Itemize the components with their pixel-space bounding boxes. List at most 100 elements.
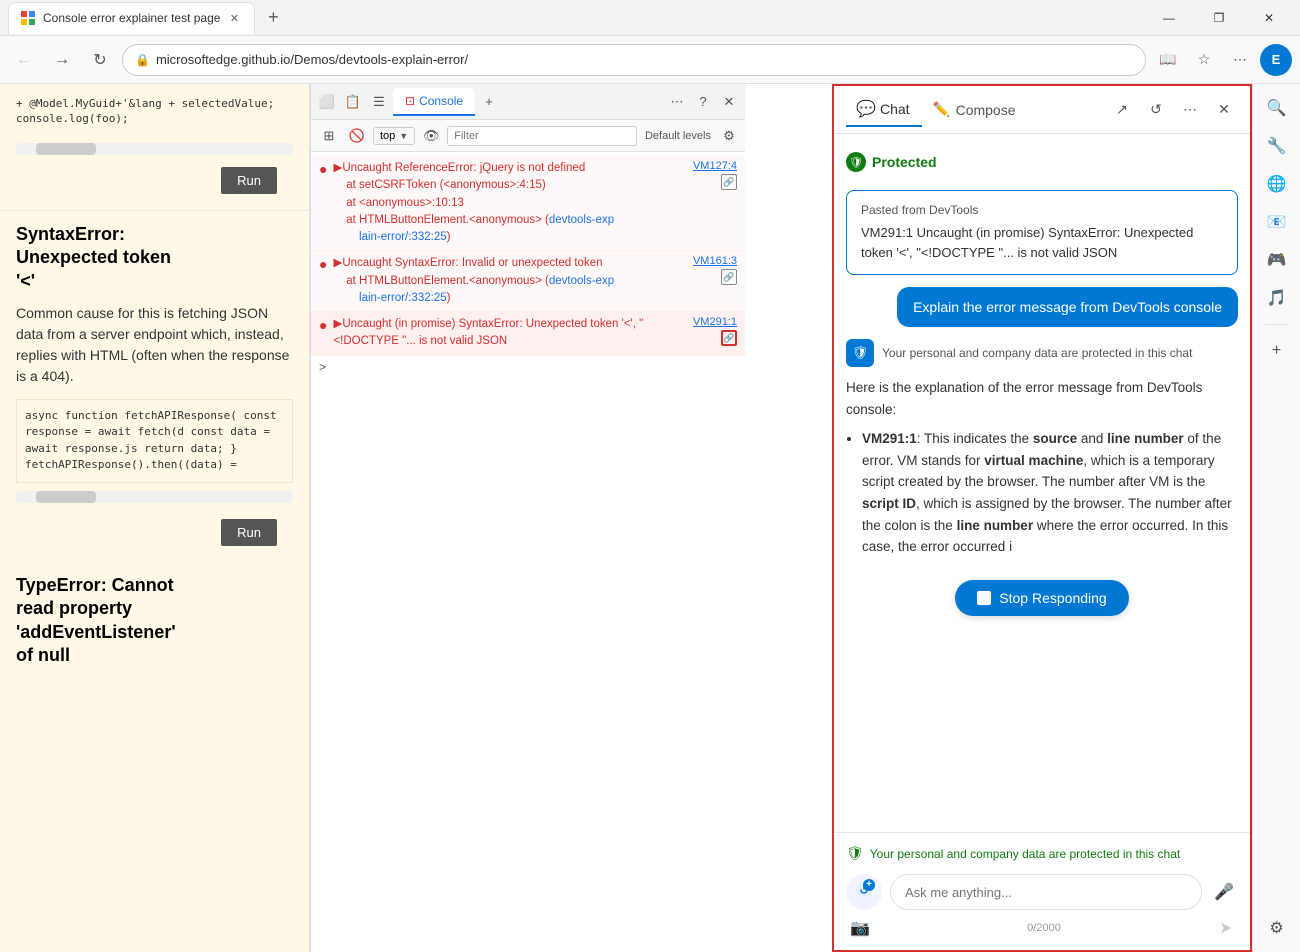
profile-btn[interactable]: E xyxy=(1260,44,1292,76)
dt-gear-btn[interactable]: ⚙ xyxy=(719,126,739,146)
copilot-message-input[interactable] xyxy=(890,874,1202,910)
close-copilot-btn[interactable]: ✕ xyxy=(1210,96,1238,124)
rs-mail-btn[interactable]: 📧 xyxy=(1261,206,1293,238)
dt-add-tab-btn[interactable]: + xyxy=(477,90,501,114)
active-tab[interactable]: Console error explainer test page ✕ xyxy=(8,2,255,34)
rs-game-btn[interactable]: 🎮 xyxy=(1261,244,1293,276)
console-link-1a[interactable]: devtools-exp lain-error/:332:25 xyxy=(333,214,614,243)
chat-tab[interactable]: 💬 Chat xyxy=(846,93,922,127)
ai-bullet-list: VM291:1: This indicates the source and l… xyxy=(846,428,1238,558)
code-scrollbar-2[interactable] xyxy=(16,491,293,503)
add-attachment-icon: + xyxy=(855,881,873,904)
code-scrollbar-1[interactable] xyxy=(16,143,293,155)
title-bar-left: Console error explainer test page ✕ + xyxy=(8,2,1138,34)
refresh-chat-btn[interactable]: ↺ xyxy=(1142,96,1170,124)
console-vm-link-2[interactable]: VM161:3 xyxy=(693,255,737,267)
console-copy-icon-3[interactable]: 🔗 xyxy=(721,330,737,346)
top-filter[interactable]: top ▼ xyxy=(373,127,415,145)
pasted-label: Pasted from DevTools xyxy=(861,203,1223,217)
address-bar[interactable]: 🔒 microsoftedge.github.io/Demos/devtools… xyxy=(122,44,1146,76)
more-btn[interactable]: ⋯ xyxy=(1224,44,1256,76)
run-btn-1[interactable]: Run xyxy=(221,167,277,194)
rs-divider xyxy=(1265,324,1289,325)
favorites-btn[interactable]: ☆ xyxy=(1188,44,1220,76)
console-entry-1: ● ▶Uncaught ReferenceError: jQuery is no… xyxy=(311,156,745,251)
copilot-header: 💬 Chat ✏️ Compose ↗ ↺ ⋯ ✕ xyxy=(834,86,1250,134)
dt-tab-console[interactable]: ⊡Console xyxy=(393,88,475,116)
error-icon-2: ● xyxy=(319,256,327,272)
rs-search-btn[interactable]: 🔍 xyxy=(1261,92,1293,124)
pasted-content-box: Pasted from DevTools VM291:1 Uncaught (i… xyxy=(846,190,1238,275)
rs-settings-btn[interactable]: ⚙ xyxy=(1261,912,1293,944)
bottom-protect-text: Your personal and company data are prote… xyxy=(870,847,1180,861)
dt-clear-btn[interactable]: 🚫 xyxy=(345,124,369,148)
lock-icon: 🔒 xyxy=(135,53,150,67)
dt-dock-btn[interactable]: ⬜ xyxy=(315,90,339,114)
add-badge: + xyxy=(863,879,875,891)
close-btn[interactable]: ✕ xyxy=(1246,0,1292,36)
back-btn[interactable]: ← xyxy=(8,44,40,76)
dt-help-btn[interactable]: ? xyxy=(691,90,715,114)
error-icon-1: ● xyxy=(319,161,327,177)
rs-add-btn[interactable]: + xyxy=(1261,335,1293,367)
dt-settings-btn[interactable]: ⊞ xyxy=(317,124,341,148)
url-text: microsoftedge.github.io/Demos/devtools-e… xyxy=(156,52,1133,67)
rs-browser-btn[interactable]: 🌐 xyxy=(1261,168,1293,200)
minimize-btn[interactable]: — xyxy=(1146,0,1192,36)
forward-btn[interactable]: → xyxy=(46,44,78,76)
maximize-btn[interactable]: ❐ xyxy=(1196,0,1242,36)
console-filter-input[interactable] xyxy=(447,126,637,146)
rs-music-btn[interactable]: 🎵 xyxy=(1261,282,1293,314)
copilot-sidebar: 💬 Chat ✏️ Compose ↗ ↺ ⋯ ✕ xyxy=(832,84,1252,952)
console-entry-3: ● ▶Uncaught (in promise) SyntaxError: Un… xyxy=(311,312,745,356)
ai-response-text: Here is the explanation of the error mes… xyxy=(846,377,1238,566)
console-copy-icon-1[interactable]: 🔗 xyxy=(721,174,737,190)
stop-responding-wrap: Stop Responding xyxy=(846,580,1238,616)
camera-btn[interactable]: 📷 xyxy=(846,914,874,942)
mic-btn[interactable]: 🎤 xyxy=(1210,878,1238,906)
top-filter-arrow: ▼ xyxy=(399,131,408,141)
error-section-1: SyntaxError:Unexpected token'<' Common c… xyxy=(0,210,309,566)
console-link-2a[interactable]: devtools-exp lain-error/:332:25 xyxy=(333,275,614,304)
read-aloud-btn[interactable]: 📖 xyxy=(1152,44,1184,76)
ai-protect-text: Your personal and company data are prote… xyxy=(882,346,1192,360)
compose-tab-label: Compose xyxy=(956,102,1016,118)
header-actions: ↗ ↺ ⋯ ✕ xyxy=(1108,96,1238,124)
bottom-shield-icon: 🛡 xyxy=(846,845,864,862)
new-tab-btn[interactable]: + xyxy=(259,4,287,32)
dt-close-btn[interactable]: ✕ xyxy=(717,90,741,114)
error-title-1: SyntaxError:Unexpected token'<' xyxy=(16,223,293,293)
copilot-add-btn[interactable]: + xyxy=(846,874,882,910)
dt-eye-btn[interactable]: 👁 xyxy=(419,124,443,148)
console-vm-link-1[interactable]: VM127:4 xyxy=(693,160,737,172)
error-title-2: TypeError: Cannotread property'addEventL… xyxy=(0,566,309,672)
user-message-wrap: Explain the error message from DevTools … xyxy=(846,287,1238,327)
compose-icon: ✏️ xyxy=(934,102,950,118)
stop-responding-btn[interactable]: Stop Responding xyxy=(955,580,1128,616)
main-area: + @Model.MyGuid+'&lang + selectedValue; … xyxy=(0,84,1300,952)
stop-icon xyxy=(977,591,991,605)
scrollbar-thumb-2[interactable] xyxy=(36,491,96,503)
dt-undock-btn[interactable]: 📋 xyxy=(341,90,365,114)
console-vm-link-3[interactable]: VM291:1 xyxy=(693,316,737,328)
script-id-label: script ID xyxy=(862,496,916,511)
console-copy-icon-2[interactable]: 🔗 xyxy=(721,269,737,285)
open-new-window-btn[interactable]: ↗ xyxy=(1108,96,1136,124)
default-levels-label: Default levels xyxy=(641,130,715,142)
rs-tools-btn[interactable]: 🔧 xyxy=(1261,130,1293,162)
dt-drawer-btn[interactable]: ☰ xyxy=(367,90,391,114)
scrollbar-thumb-1[interactable] xyxy=(36,143,96,155)
browser-window: Console error explainer test page ✕ + — … xyxy=(0,0,1300,952)
devtools-expand-btn[interactable]: > xyxy=(311,356,745,378)
refresh-btn[interactable]: ↻ xyxy=(84,44,116,76)
user-message: Explain the error message from DevTools … xyxy=(897,287,1238,327)
tab-title: Console error explainer test page xyxy=(43,11,220,25)
run-btn-2[interactable]: Run xyxy=(221,519,277,546)
send-btn[interactable]: ➤ xyxy=(1214,916,1238,940)
virtual-machine-label: virtual machine xyxy=(984,453,1083,468)
tab-close-btn[interactable]: ✕ xyxy=(226,10,242,26)
line-number-label: line number xyxy=(1107,431,1184,446)
compose-tab[interactable]: ✏️ Compose xyxy=(922,94,1028,126)
more-options-btn[interactable]: ⋯ xyxy=(1176,96,1204,124)
dt-more-btn[interactable]: ⋯ xyxy=(665,90,689,114)
